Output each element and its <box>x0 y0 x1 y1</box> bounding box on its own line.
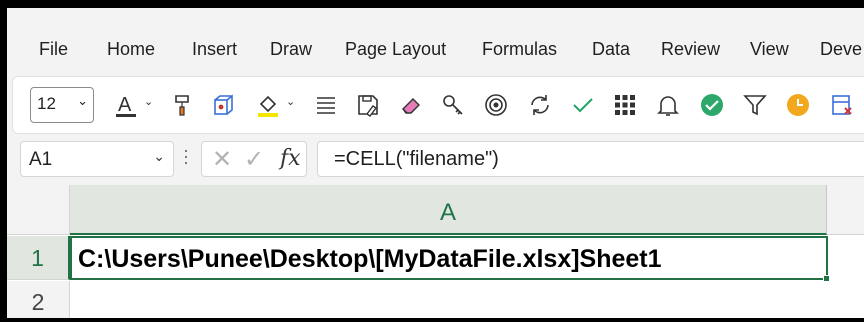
bell-icon[interactable] <box>653 89 683 121</box>
column-header-a[interactable]: A <box>70 185 827 235</box>
menu-bar: File Home Insert Draw Page Layout Formul… <box>7 8 864 76</box>
formula-input[interactable]: =CELL("filename") <box>317 141 864 177</box>
check-circle-icon[interactable] <box>697 89 727 121</box>
chevron-down-icon[interactable]: ⌄ <box>153 148 165 165</box>
refresh-icon[interactable] <box>525 89 555 121</box>
name-box[interactable]: A1 ⌄ <box>20 141 174 177</box>
formula-bar: A1 ⌄ · · · ✕ ✓ fx =CELL("filename") <box>7 135 864 180</box>
chevron-down-icon: ⌄ <box>77 93 88 108</box>
spreadsheet-grid: A 1 2 C:\Users\Punee\Desktop\[MyDataFile… <box>7 185 864 318</box>
svg-text:A: A <box>118 94 132 116</box>
excel-window: File Home Insert Draw Page Layout Formul… <box>7 8 864 318</box>
cancel-icon[interactable]: ✕ <box>212 145 232 174</box>
font-color-icon[interactable]: A <box>111 89 141 121</box>
font-size-value: 12 <box>37 94 56 113</box>
row-header-2[interactable]: 2 <box>7 281 70 318</box>
grid-icon[interactable] <box>610 89 640 121</box>
filter-icon[interactable] <box>740 89 770 121</box>
menu-file[interactable]: File <box>39 39 68 60</box>
row-header-1[interactable]: 1 <box>7 236 70 280</box>
clock-icon[interactable] <box>783 89 813 121</box>
chevron-down-icon[interactable]: ⌄ <box>144 95 153 108</box>
menu-data[interactable]: Data <box>592 39 630 60</box>
save-edit-icon[interactable] <box>353 89 383 121</box>
name-box-value: A1 <box>29 149 53 170</box>
chevron-down-icon[interactable]: ⌄ <box>286 95 295 108</box>
target-icon[interactable] <box>481 89 511 121</box>
cell-a1[interactable]: C:\Users\Punee\Desktop\[MyDataFile.xlsx]… <box>70 236 828 280</box>
menu-formulas[interactable]: Formulas <box>482 39 557 60</box>
format-painter-icon[interactable] <box>168 89 198 121</box>
font-size-select[interactable]: 12 ⌄ <box>30 87 94 123</box>
column-header-rest <box>827 185 864 235</box>
select-all-corner[interactable] <box>7 185 70 235</box>
fill-color-icon[interactable] <box>253 89 283 121</box>
insert-function-button[interactable]: fx <box>280 146 301 171</box>
enter-check-icon[interactable]: ✓ <box>244 145 264 174</box>
ribbon-toolbar: 12 ⌄ A ⌄ ⌄ <box>12 76 864 134</box>
fill-handle[interactable] <box>823 275 830 282</box>
menu-insert[interactable]: Insert <box>192 39 237 60</box>
menu-view[interactable]: View <box>750 39 789 60</box>
menu-home[interactable]: Home <box>107 39 155 60</box>
menu-draw[interactable]: Draw <box>270 39 312 60</box>
formula-controls: ✕ ✓ fx <box>201 141 307 177</box>
key-icon[interactable] <box>438 89 468 121</box>
menu-review[interactable]: Review <box>661 39 720 60</box>
menu-page-layout[interactable]: Page Layout <box>345 39 446 60</box>
more-options-icon[interactable]: · · · <box>183 141 189 171</box>
eraser-icon[interactable] <box>396 89 426 121</box>
menu-developer[interactable]: Deve <box>820 39 862 60</box>
3d-box-icon[interactable] <box>209 89 239 121</box>
checkmark-icon[interactable] <box>568 89 598 121</box>
cancel-table-icon[interactable] <box>827 89 857 121</box>
align-icon[interactable] <box>311 89 341 121</box>
